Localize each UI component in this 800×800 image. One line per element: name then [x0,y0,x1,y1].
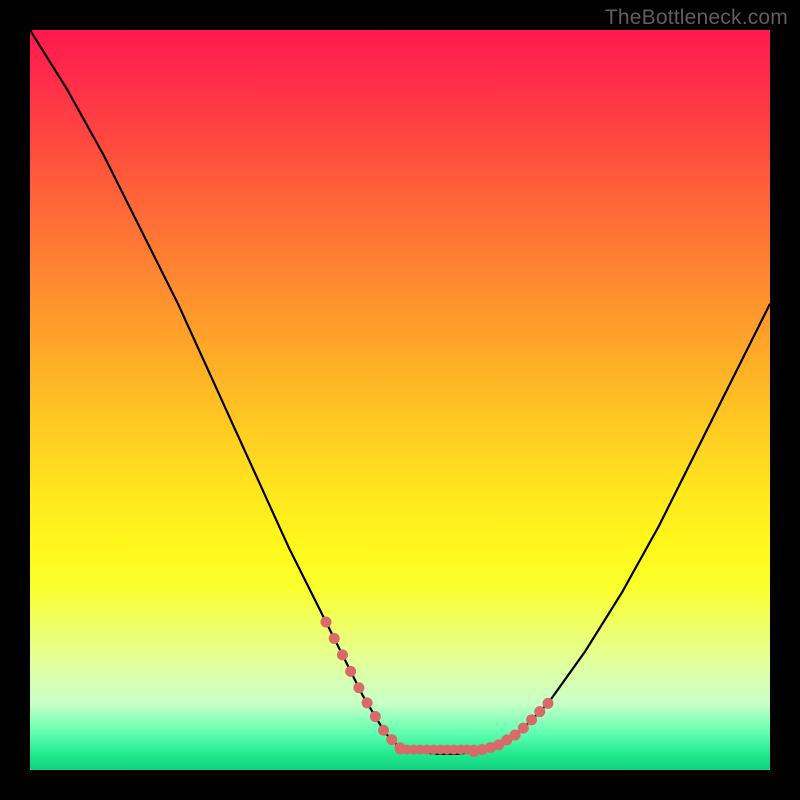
highlight-dot [543,698,554,709]
highlight-dot [378,725,389,736]
main-curve [30,30,770,754]
highlight-dot [386,734,397,745]
watermark-text: TheBottleneck.com [605,6,788,30]
highlight-dot [518,723,529,734]
curve-layer [30,30,770,754]
plot-area [30,30,770,770]
chart-svg [30,30,770,770]
highlight-dot [345,666,356,677]
highlight-dot [526,714,537,725]
highlight-dot [321,617,332,628]
highlight-dot [534,706,545,717]
highlight-dot [370,711,381,722]
highlight-dot [353,682,364,693]
highlight-dot [337,649,348,660]
highlight-dot [329,633,340,644]
dots-layer [321,617,554,758]
flat-dot [469,745,479,755]
highlight-dot [362,697,373,708]
